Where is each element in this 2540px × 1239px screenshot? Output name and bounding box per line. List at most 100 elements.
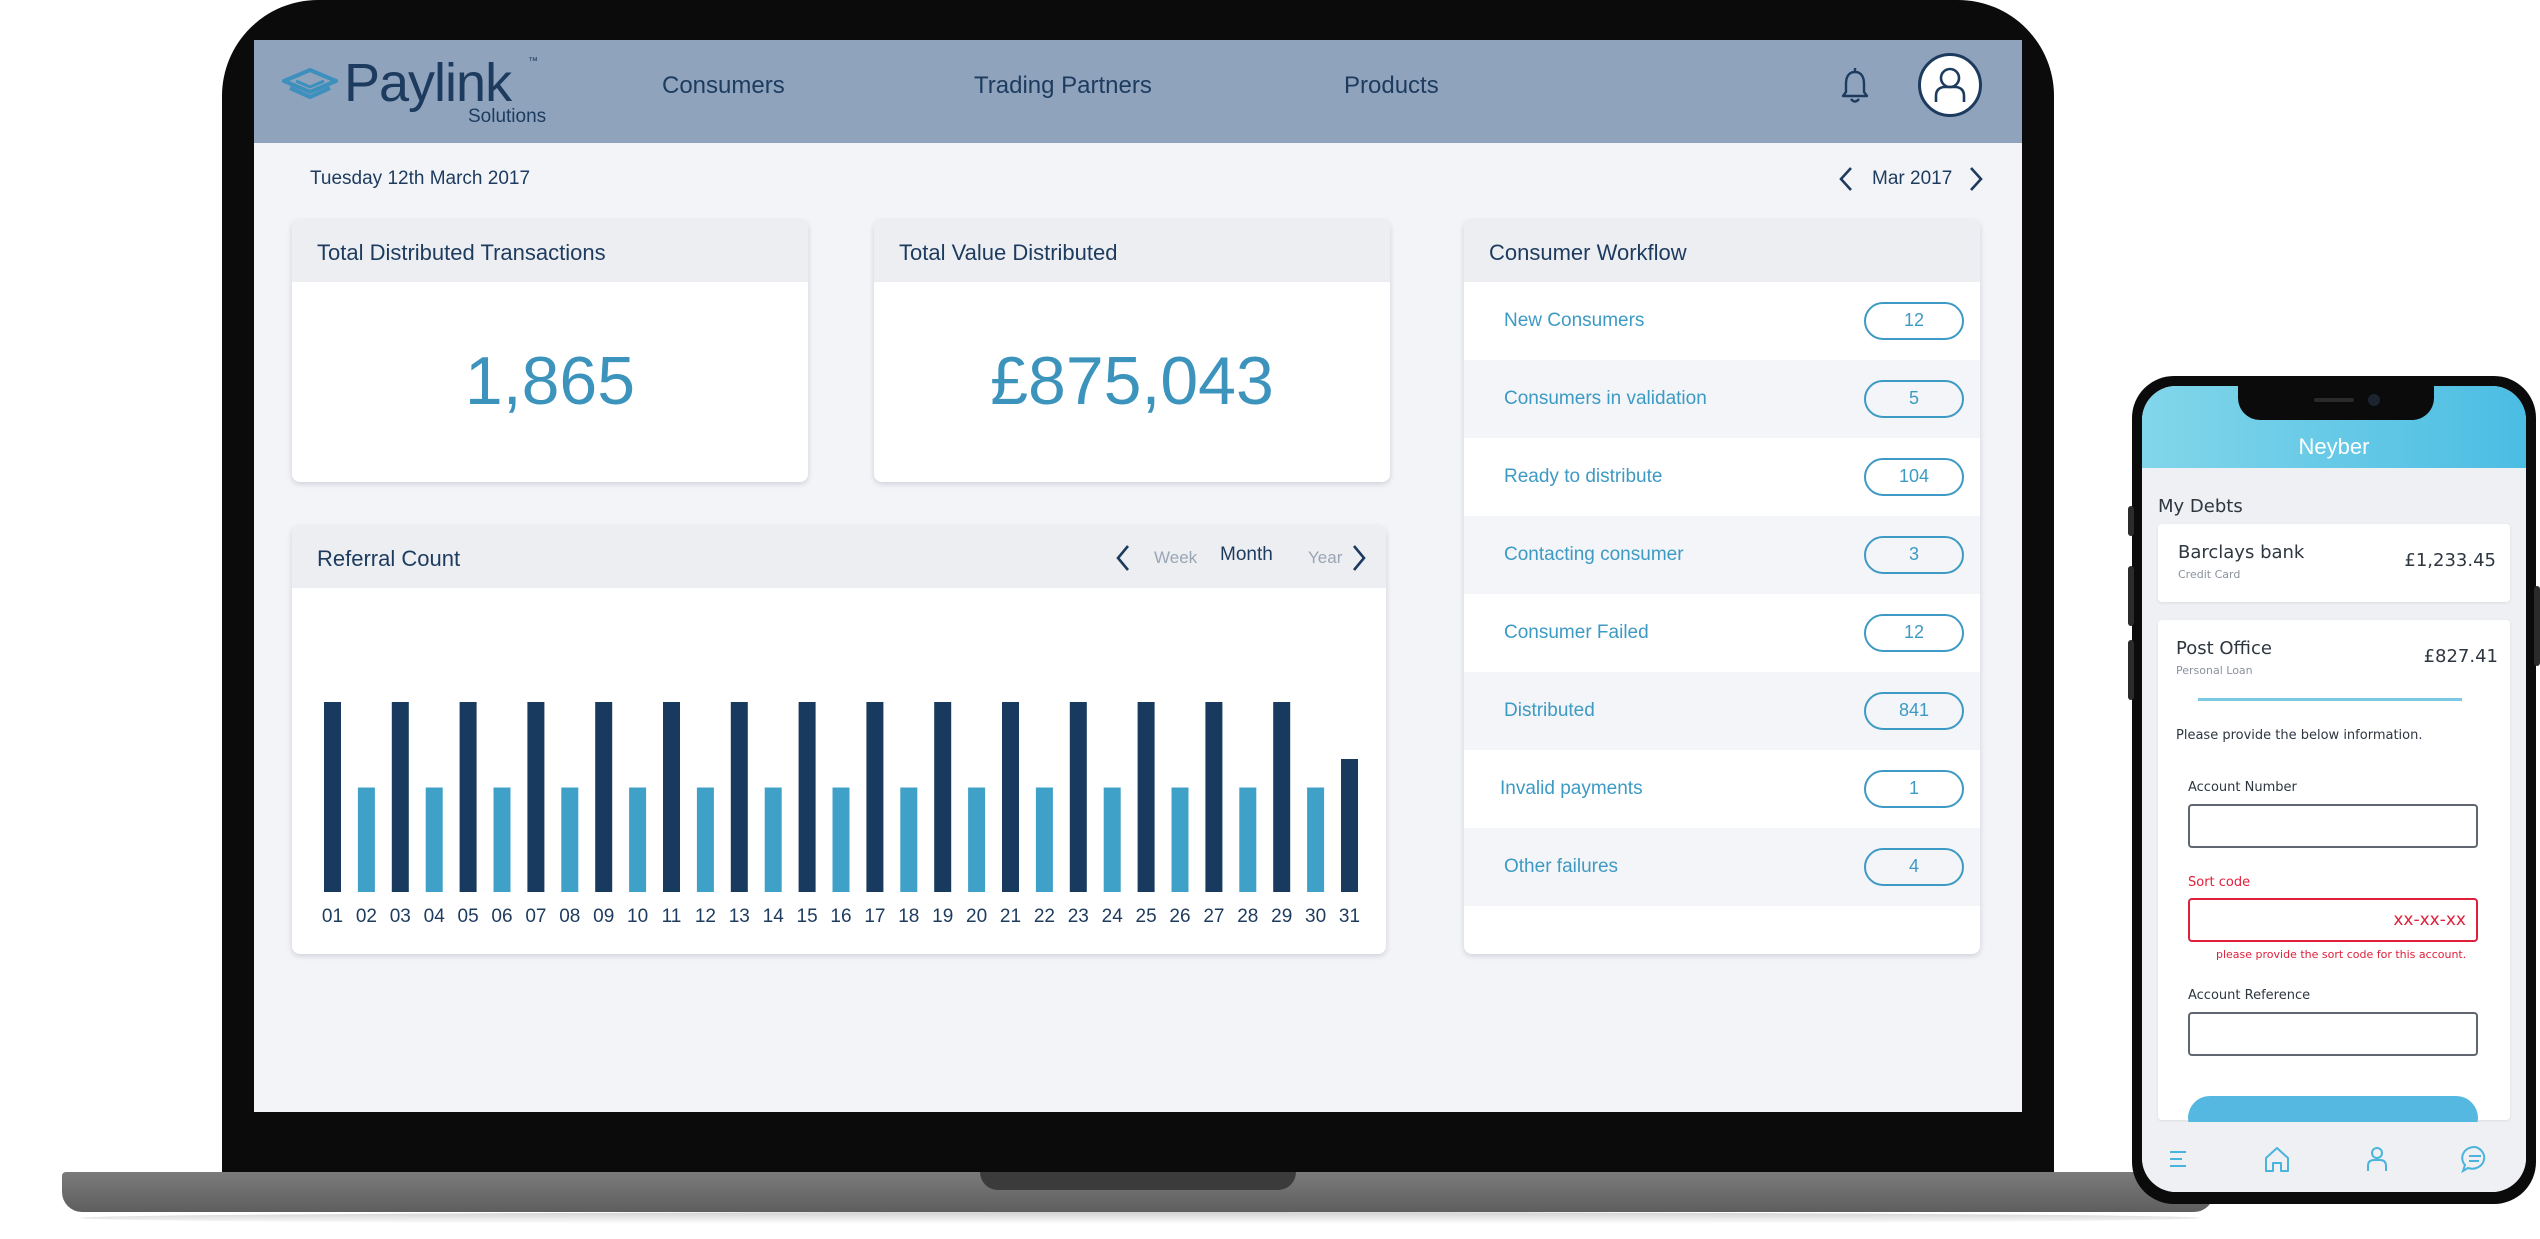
bar-day-17 — [866, 702, 884, 892]
workflow-row-new-consumers[interactable]: New Consumers 12 — [1464, 282, 1980, 360]
period-month[interactable]: Month — [1220, 544, 1273, 566]
period-selector: Week Month Year — [1114, 544, 1370, 574]
x-tick-label: 13 — [729, 906, 750, 927]
workflow-label: Distributed — [1504, 700, 1595, 721]
workflow-row-ready-to-distribute[interactable]: Ready to distribute 104 — [1464, 438, 1980, 516]
month-navigator: Mar 2017 — [1836, 164, 1986, 194]
section-title: My Debts — [2158, 496, 2243, 517]
user-silhouette-icon — [1934, 67, 1966, 102]
home-icon[interactable] — [2262, 1144, 2292, 1174]
debt-name: Barclays bank — [2178, 542, 2305, 563]
user-avatar-icon[interactable] — [1918, 53, 1982, 117]
x-tick-label: 25 — [1136, 906, 1157, 927]
top-navigation-bar: Paylink ™ Solutions Consumers Trading Pa… — [254, 40, 2022, 143]
workflow-count-badge: 3 — [1864, 536, 1964, 574]
x-tick-label: 07 — [525, 906, 546, 927]
chevron-right-icon[interactable] — [1348, 544, 1368, 572]
chevron-left-icon[interactable] — [1836, 166, 1858, 192]
phone-side-button — [2128, 506, 2134, 536]
progress-divider — [2198, 698, 2462, 701]
bar-day-02 — [357, 787, 375, 892]
workflow-row-consumer-failed[interactable]: Consumer Failed 12 — [1464, 594, 1980, 672]
workflow-row-other-failures[interactable]: Other failures 4 — [1464, 828, 1980, 906]
workflow-row-consumers-in-validation[interactable]: Consumers in validation 5 — [1464, 360, 1980, 438]
bar-day-08 — [561, 787, 579, 892]
bar-day-30 — [1307, 787, 1325, 892]
info-text: Please provide the below information. — [2176, 728, 2423, 743]
bar-day-22 — [1035, 787, 1053, 892]
workflow-label: Consumers in validation — [1504, 388, 1707, 409]
workflow-row-distributed[interactable]: Distributed 841 — [1464, 672, 1980, 750]
period-week[interactable]: Week — [1154, 548, 1197, 568]
x-tick-label: 21 — [1000, 906, 1021, 927]
debt-name: Post Office — [2176, 638, 2272, 659]
chevron-left-icon[interactable] — [1114, 544, 1134, 572]
phone-side-button — [2128, 640, 2134, 700]
nav-products[interactable]: Products — [1344, 72, 1439, 100]
chat-icon[interactable] — [2460, 1144, 2490, 1174]
bar-day-25 — [1137, 702, 1155, 892]
account-reference-label: Account Reference — [2188, 988, 2311, 1003]
x-tick-label: 24 — [1102, 906, 1124, 927]
workflow-count-badge: 4 — [1864, 848, 1964, 886]
bell-icon[interactable] — [1840, 66, 1870, 106]
debt-type: Personal Loan — [2176, 664, 2253, 677]
x-tick-label: 22 — [1034, 906, 1055, 927]
x-tick-label: 03 — [390, 906, 411, 927]
x-tick-label: 19 — [932, 906, 953, 927]
bar-day-06 — [493, 787, 511, 892]
sort-code-input[interactable]: xx-xx-xx — [2188, 898, 2478, 942]
bar-day-07 — [527, 702, 545, 892]
debt-card-barclays[interactable]: Barclays bank Credit Card £1,233.45 — [2158, 524, 2510, 602]
bar-day-28 — [1239, 787, 1257, 892]
bar-day-26 — [1171, 787, 1189, 892]
laptop-hinge-notch — [980, 1172, 1296, 1190]
workflow-label: Ready to distribute — [1504, 466, 1663, 487]
account-number-input[interactable] — [2188, 804, 2478, 848]
workflow-label: New Consumers — [1504, 310, 1645, 331]
x-tick-label: 20 — [966, 906, 987, 927]
bar-day-01 — [324, 702, 341, 892]
month-label: Mar 2017 — [1872, 168, 1953, 189]
phone-side-button — [2534, 586, 2540, 666]
nav-trading-partners[interactable]: Trading Partners — [974, 72, 1152, 100]
x-tick-label: 15 — [797, 906, 818, 927]
x-tick-label: 10 — [627, 906, 648, 927]
chevron-right-icon[interactable] — [1964, 166, 1986, 192]
profile-icon[interactable] — [2362, 1144, 2392, 1174]
bar-day-23 — [1069, 702, 1087, 892]
x-tick-label: 08 — [559, 906, 580, 927]
bar-day-21 — [1002, 702, 1019, 892]
sort-code-value: xx-xx-xx — [2393, 910, 2466, 930]
bar-day-27 — [1205, 702, 1223, 892]
bar-day-05 — [459, 702, 477, 892]
workflow-row-invalid-payments[interactable]: Invalid payments 1 — [1464, 750, 1980, 828]
workflow-row-contacting-consumer[interactable]: Contacting consumer 3 — [1464, 516, 1980, 594]
x-tick-label: 29 — [1271, 906, 1292, 927]
paylink-logo[interactable]: Paylink ™ Solutions — [282, 50, 546, 130]
account-reference-input[interactable] — [2188, 1012, 2478, 1056]
phone-app-title: Neyber — [2298, 434, 2370, 459]
phone-screen: Neyber My Debts Barclays bank Credit Car… — [2142, 386, 2526, 1192]
bar-day-16 — [832, 787, 850, 892]
total-transactions-card: Total Distributed Transactions 1,865 — [292, 220, 808, 482]
period-year[interactable]: Year — [1308, 548, 1342, 568]
workflow-label: Contacting consumer — [1504, 544, 1684, 565]
total-value-amount: £875,043 — [990, 343, 1274, 419]
x-tick-label: 31 — [1339, 906, 1360, 927]
x-tick-label: 02 — [356, 906, 377, 927]
x-tick-label: 12 — [695, 906, 716, 927]
x-tick-label: 27 — [1203, 906, 1224, 927]
bar-day-10 — [629, 787, 647, 892]
x-tick-label: 05 — [458, 906, 479, 927]
workflow-count-badge: 104 — [1864, 458, 1964, 496]
x-tick-label: 04 — [424, 906, 446, 927]
nav-consumers[interactable]: Consumers — [662, 72, 785, 100]
bar-day-04 — [425, 787, 443, 892]
x-tick-label: 14 — [763, 906, 785, 927]
sort-code-error: please provide the sort code for this ac… — [2216, 948, 2467, 961]
logo-trademark: ™ — [528, 56, 538, 67]
menu-icon[interactable] — [2164, 1144, 2194, 1174]
bar-day-20 — [968, 787, 986, 892]
x-tick-label: 11 — [662, 906, 682, 927]
